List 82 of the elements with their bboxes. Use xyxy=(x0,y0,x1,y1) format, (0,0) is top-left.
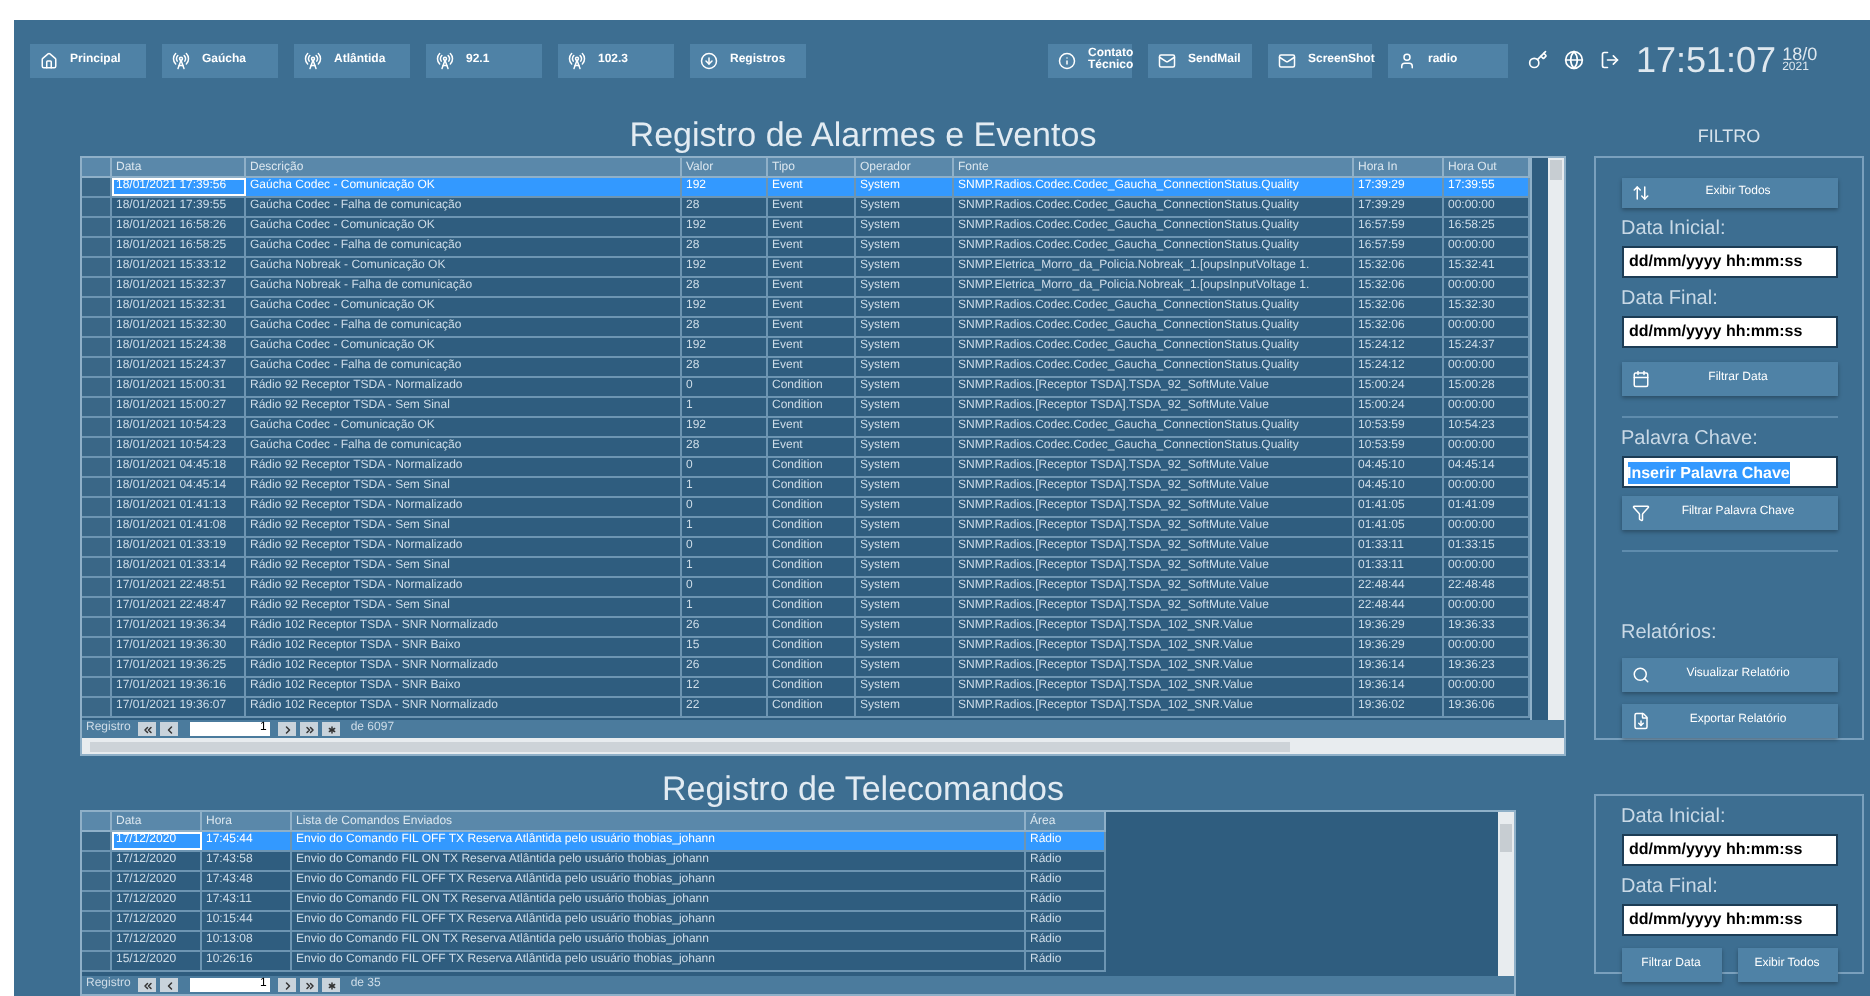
row-header-cell[interactable] xyxy=(82,598,112,616)
envelope-icon xyxy=(1278,51,1296,69)
last-page-button[interactable] xyxy=(300,722,319,736)
date-field[interactable]: dd/mm/yyyy hh:mm:ss xyxy=(1621,316,1837,348)
arrows-icon xyxy=(1631,184,1649,202)
row-header-cell[interactable] xyxy=(82,558,112,576)
envelope-icon xyxy=(1158,51,1176,69)
row-header-cell[interactable] xyxy=(82,852,112,870)
row-header-cell[interactable] xyxy=(82,518,112,536)
row-header-cell[interactable] xyxy=(82,458,112,476)
row-header-cell[interactable] xyxy=(82,238,112,256)
arrow-circle-icon xyxy=(700,51,718,69)
row-header-cell[interactable] xyxy=(82,892,112,910)
row-header-cell[interactable] xyxy=(82,258,112,276)
date-field[interactable]: dd/mm/yyyy hh:mm:ss xyxy=(1621,904,1837,936)
horizontal-scrollbar[interactable] xyxy=(82,738,1564,754)
section-title: Registro de Telecomandos xyxy=(660,770,1066,810)
tower-icon xyxy=(568,51,586,69)
row-header-cell[interactable] xyxy=(82,318,112,336)
field-label: Palavra Chave: xyxy=(1621,428,1760,452)
row-header-cell[interactable] xyxy=(82,278,112,296)
export-icon xyxy=(1631,712,1649,730)
row-header-cell[interactable] xyxy=(82,618,112,636)
row-header-cell[interactable] xyxy=(82,338,112,356)
last-page-button[interactable] xyxy=(300,978,319,992)
vertical-scrollbar[interactable] xyxy=(1548,158,1564,720)
row-header-cell[interactable] xyxy=(82,832,112,850)
row-header-cell[interactable] xyxy=(82,678,112,696)
row-header-cell[interactable] xyxy=(82,418,112,436)
next-page-button[interactable] xyxy=(278,722,297,736)
row-header-cell[interactable] xyxy=(82,952,112,970)
calendar-icon xyxy=(1631,370,1649,388)
field-label: Relatórios: xyxy=(1621,622,1719,646)
field-label: Data Final: xyxy=(1621,288,1720,312)
row-header-cell[interactable] xyxy=(82,698,112,716)
row-header-cell[interactable] xyxy=(82,658,112,676)
row-header-cell[interactable] xyxy=(82,638,112,656)
clock-time: 17:51:07 xyxy=(1636,42,1777,78)
row-header-cell[interactable] xyxy=(82,378,112,396)
first-page-button[interactable] xyxy=(138,978,157,992)
search-icon xyxy=(1631,666,1649,684)
row-header-cell[interactable] xyxy=(82,912,112,930)
keyword-field[interactable]: Inserir Palavra Chave xyxy=(1621,456,1837,488)
row-header-cell[interactable] xyxy=(82,578,112,596)
row-header-cell[interactable] xyxy=(82,198,112,216)
row-header-cell[interactable] xyxy=(82,398,112,416)
previous-page-button[interactable] xyxy=(160,722,179,736)
selected-text: Inserir Palavra Chave xyxy=(1627,461,1790,483)
field-label: Data Inicial: xyxy=(1621,806,1728,830)
filter-title: FILTRO xyxy=(1695,124,1763,150)
new-record-button[interactable] xyxy=(322,978,341,992)
section-title: Registro de Alarmes e Eventos xyxy=(627,116,1099,156)
key-icon[interactable] xyxy=(1528,50,1548,70)
previous-page-button[interactable] xyxy=(160,978,179,992)
field-label: Data Inicial: xyxy=(1621,218,1728,242)
tower-icon xyxy=(304,51,322,69)
row-header-cell[interactable] xyxy=(82,178,112,196)
user-icon xyxy=(1398,51,1416,69)
filter-icon xyxy=(1631,504,1649,522)
row-header-cell[interactable] xyxy=(82,438,112,456)
field-label: Data Final: xyxy=(1621,876,1720,900)
info-icon xyxy=(1058,51,1076,69)
home-icon xyxy=(40,51,58,69)
next-page-button[interactable] xyxy=(278,978,297,992)
logout-icon[interactable] xyxy=(1600,50,1620,70)
row-header-cell[interactable] xyxy=(82,218,112,236)
date-field[interactable]: dd/mm/yyyy hh:mm:ss xyxy=(1621,246,1837,278)
row-header-cell[interactable] xyxy=(82,872,112,890)
tower-icon xyxy=(436,51,454,69)
clock-date: 18/0 xyxy=(1782,45,1818,61)
row-header-cell[interactable] xyxy=(82,538,112,556)
row-header-cell[interactable] xyxy=(82,478,112,496)
new-record-button[interactable] xyxy=(322,722,341,736)
tower-icon xyxy=(172,51,190,69)
row-header-cell[interactable] xyxy=(82,498,112,516)
row-header-cell[interactable] xyxy=(82,358,112,376)
vertical-scrollbar[interactable] xyxy=(1498,812,1514,976)
first-page-button[interactable] xyxy=(138,722,157,736)
row-header-cell[interactable] xyxy=(82,298,112,316)
globe-icon[interactable] xyxy=(1564,50,1584,70)
row-header-cell[interactable] xyxy=(82,932,112,950)
date-field[interactable]: dd/mm/yyyy hh:mm:ss xyxy=(1621,834,1837,866)
